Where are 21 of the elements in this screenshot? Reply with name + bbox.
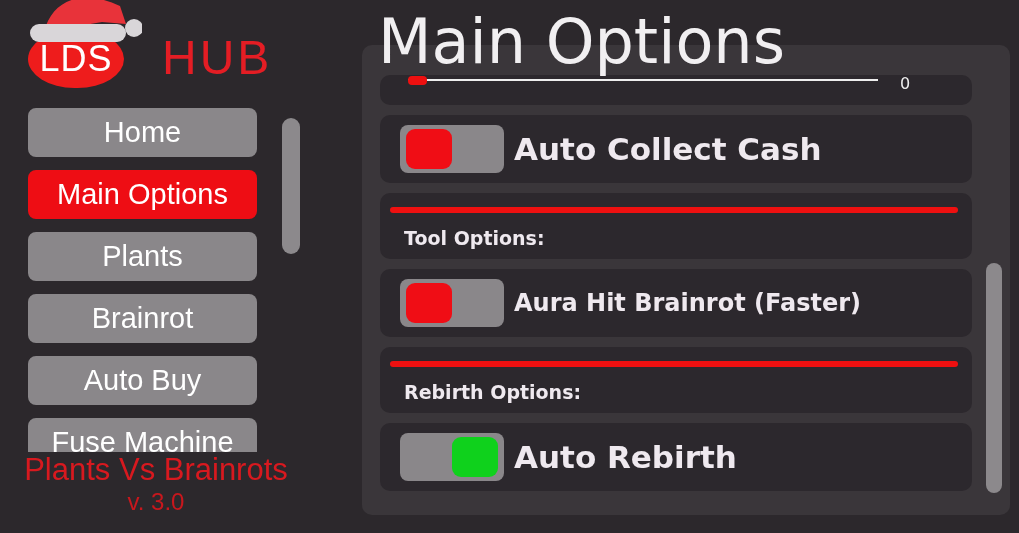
toggle-switch[interactable] [400,433,504,481]
nav-button[interactable]: Plants [28,232,257,281]
nav-button[interactable]: Home [28,108,257,157]
toggle-switch[interactable] [400,279,504,327]
section-title: Tool Options: [404,227,546,249]
nav-button[interactable]: Brainrot [28,294,257,343]
scrollbar[interactable] [282,118,300,254]
game-title: Plants Vs Brainrots [24,452,288,488]
option-label: Aura Hit Brainrot (Faster) [514,289,861,317]
option-label: Auto Rebirth [514,439,737,475]
logo-title: HUB [162,34,273,82]
page-title: Main Options [377,6,786,78]
option-label: Auto Collect Cash [514,131,822,167]
scrollbar[interactable] [986,263,1002,493]
nav-button[interactable]: Auto Buy [28,356,257,405]
version-label: v. 3.0 [127,488,185,516]
nav-button[interactable]: Fuse Machine [28,418,257,452]
slider-value: 0 [900,75,911,93]
toggle-switch[interactable] [400,125,504,173]
section-title: Rebirth Options: [404,381,583,403]
nav-button[interactable]: Main Options [28,170,257,219]
